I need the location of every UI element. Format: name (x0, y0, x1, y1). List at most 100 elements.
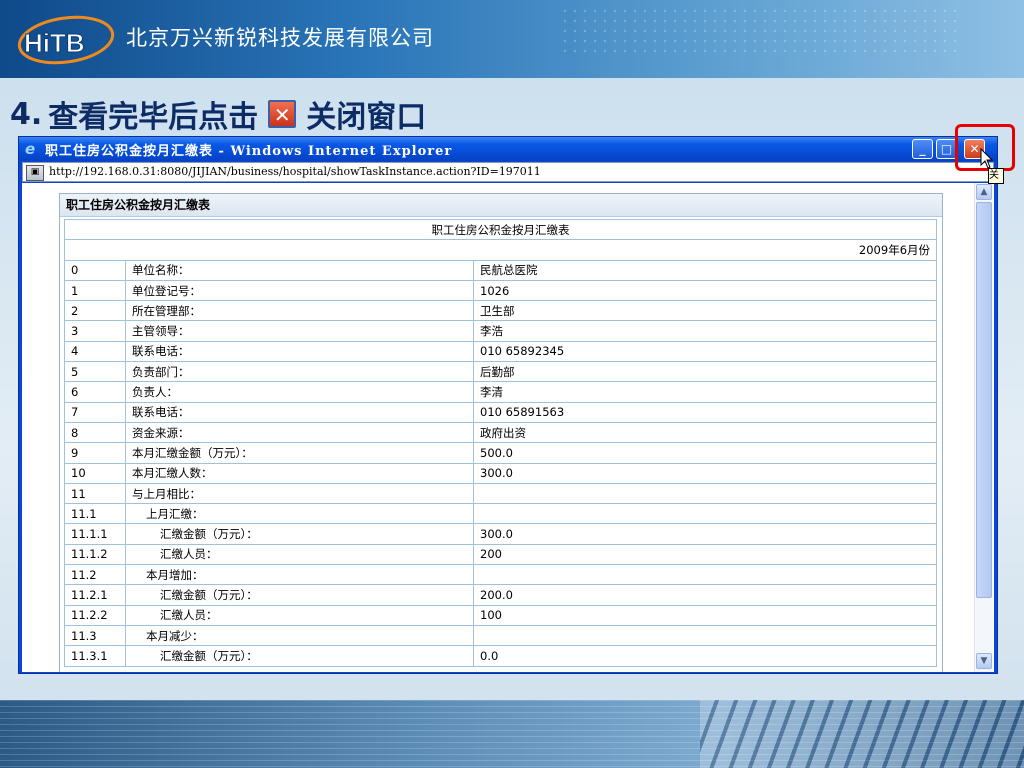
tooltip: 关 (988, 168, 1004, 184)
row-value: 500.0 (472, 442, 938, 464)
table-row: 1 单位登记号： 1026 (64, 279, 938, 302)
svg-text:HiTB: HiTB (24, 28, 85, 58)
row-label: 资金来源： (125, 421, 474, 444)
row-label: 本月汇缴人数： (125, 462, 474, 484)
header-decoration (560, 6, 960, 56)
keyboard-image (700, 700, 1024, 768)
table-row: 11.1.2 汇缴人员： 200 (64, 543, 938, 566)
table-row: 9 本月汇缴金额（万元）： 500.0 (64, 442, 938, 464)
row-value: 0.0 (472, 645, 938, 667)
row-number: 11.2.2 (64, 604, 126, 626)
step-text-after: 关闭窗口 (306, 100, 427, 135)
row-number: 7 (64, 401, 126, 423)
row-number: 6 (64, 381, 126, 403)
table-row: 3 主管领导： 李浩 (64, 320, 938, 342)
table-row: 8 资金来源： 政府出资 (64, 421, 938, 444)
row-value: 李清 (472, 381, 938, 403)
report-title: 职工住房公积金按月汇缴表 (63, 218, 938, 241)
row-label: 汇缴人员： (125, 543, 474, 566)
row-value (472, 503, 938, 525)
step-instruction: 4. 查看完毕后点击 ✕ 关闭窗口 (10, 92, 426, 136)
report-title-row: 职工住房公积金按月汇缴表 (63, 218, 938, 241)
row-value: 1026 (472, 279, 938, 302)
row-value: 后勤部 (472, 361, 938, 383)
row-value: 010 65891563 (472, 401, 938, 423)
row-label: 汇缴人员： (125, 604, 474, 626)
table-row: 10 本月汇缴人数： 300.0 (64, 462, 938, 484)
table-row: 5 负责部门： 后勤部 (64, 361, 938, 383)
table-row: 11 与上月相比： (64, 482, 938, 505)
row-label: 本月减少： (125, 624, 474, 647)
step-number: 4. (10, 96, 43, 132)
row-value (472, 564, 938, 586)
row-label: 本月汇缴金额（万元）： (125, 442, 474, 464)
row-label: 联系电话： (125, 401, 474, 423)
row-label: 负责人： (125, 381, 474, 403)
row-number: 11.1.1 (64, 523, 126, 545)
mouse-cursor-icon (980, 148, 994, 169)
row-number: 2 (64, 300, 126, 322)
row-number: 1 (64, 279, 126, 302)
table-row: 11.3.1 汇缴金额（万元）： 0.0 (64, 645, 938, 667)
scroll-up-icon[interactable]: ▲ (976, 184, 992, 200)
row-label: 上月汇缴： (125, 503, 474, 525)
ie-logo-icon: e (25, 140, 36, 158)
minimize-button[interactable]: _ (912, 139, 933, 159)
row-label: 单位名称： (125, 259, 474, 281)
row-value: 李浩 (472, 320, 938, 342)
table-row: 0 单位名称： 民航总医院 (64, 259, 938, 281)
address-bar[interactable]: ▣ http://192.168.0.31:8080/JIJIAN/busine… (22, 162, 994, 182)
row-number: 11.3 (64, 624, 126, 647)
slide-header: HiTB 北京万兴新锐科技发展有限公司 (0, 0, 1024, 78)
table-row: 11.1 上月汇缴： (64, 503, 938, 525)
row-label: 主管领导： (125, 320, 474, 342)
row-number: 11.2.1 (64, 584, 126, 606)
step-text-before: 查看完毕后点击 (48, 100, 259, 135)
table-row: 11.3 本月减少： (64, 624, 938, 647)
row-number: 11.1 (64, 503, 126, 525)
company-logo: HiTB (17, 15, 115, 65)
row-value: 政府出资 (472, 421, 938, 444)
row-label: 所在管理部： (125, 300, 474, 322)
row-number: 11.1.2 (64, 543, 126, 566)
close-icon: ✕ (268, 100, 297, 128)
row-number: 10 (64, 462, 126, 484)
ie-window: e 职工住房公积金按月汇缴表 - Windows Internet Explor… (18, 136, 998, 674)
panel-title: 职工住房公积金按月汇缴表 (60, 194, 942, 217)
row-value: 300.0 (472, 462, 938, 484)
table-row: 7 联系电话： 010 65891563 (64, 401, 938, 423)
row-value: 卫生部 (472, 300, 938, 322)
scroll-down-icon[interactable]: ▼ (976, 653, 992, 669)
row-number: 0 (64, 259, 126, 281)
report-table: 职工住房公积金按月汇缴表 2009年6月份 0 单位名称： 民航总医院 1 单位登记号：… (63, 218, 938, 667)
report-period: 2009年6月份 (63, 239, 938, 261)
table-row: 11.2.2 汇缴人员： 100 (64, 604, 938, 626)
page-icon: ▣ (26, 165, 44, 181)
row-label: 本月增加： (125, 564, 474, 586)
row-label: 汇缴金额（万元）： (125, 523, 474, 545)
row-number: 5 (64, 361, 126, 383)
row-value (472, 624, 938, 647)
page-content: 职工住房公积金按月汇缴表 职工住房公积金按月汇缴表 2009年6月份 0 单位名称… (22, 183, 994, 672)
row-label: 汇缴金额（万元）： (125, 584, 474, 606)
table-row: 6 负责人： 李清 (64, 381, 938, 403)
row-value: 民航总医院 (472, 259, 938, 281)
company-name: 北京万兴新锐科技发展有限公司 (126, 26, 434, 50)
table-row: 11.2 本月增加： (64, 564, 938, 586)
table-row: 11.2.1 汇缴金额（万元）： 200.0 (64, 584, 938, 606)
row-label: 汇缴金额（万元）： (125, 645, 474, 667)
table-row: 4 联系电话： 010 65892345 (64, 340, 938, 363)
row-value: 100 (472, 604, 938, 626)
row-label: 联系电话： (125, 340, 474, 363)
row-number: 11 (64, 482, 126, 505)
row-number: 8 (64, 421, 126, 444)
window-titlebar[interactable]: e 职工住房公积金按月汇缴表 - Windows Internet Explor… (19, 137, 997, 161)
row-number: 11.2 (64, 564, 126, 586)
scroll-thumb[interactable] (976, 202, 992, 598)
maximize-button[interactable]: □ (936, 139, 957, 159)
slide-footer (0, 700, 1024, 768)
vertical-scrollbar[interactable]: ▲ ▼ (974, 183, 993, 672)
report-panel: 职工住房公积金按月汇缴表 职工住房公积金按月汇缴表 2009年6月份 0 单位名称… (59, 193, 943, 672)
report-period-row: 2009年6月份 (63, 239, 938, 261)
row-label: 负责部门： (125, 361, 474, 383)
